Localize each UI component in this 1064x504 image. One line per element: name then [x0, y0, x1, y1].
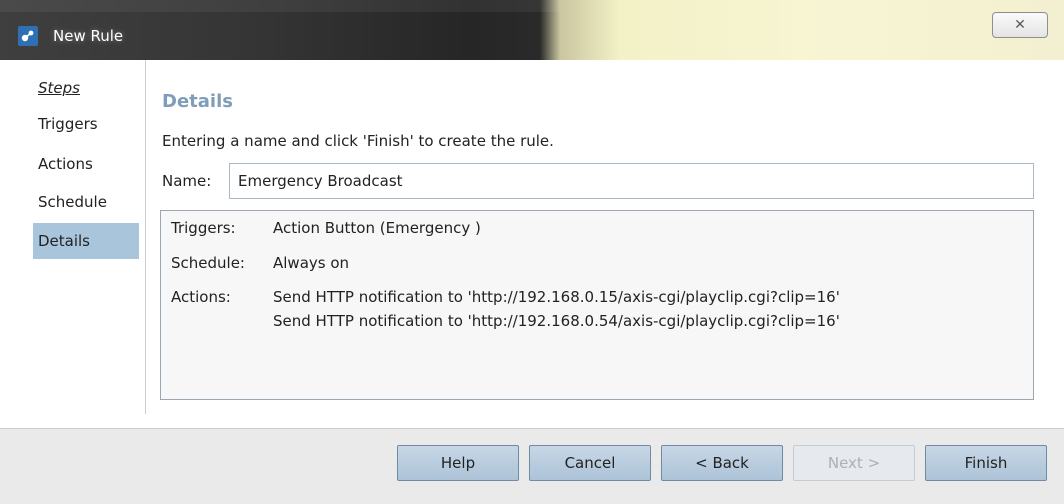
summary-schedule-label: Schedule: — [171, 254, 245, 272]
new-rule-dialog: New Rule ✕ Steps Triggers Actions Schedu… — [0, 0, 1064, 504]
step-triggers[interactable]: Triggers — [33, 106, 139, 142]
close-icon: ✕ — [1014, 17, 1026, 33]
steps-panel: Steps Triggers Actions Schedule Details — [0, 60, 146, 414]
steps-heading: Steps — [38, 79, 80, 97]
close-button[interactable]: ✕ — [992, 12, 1048, 38]
title-bar-glass — [0, 0, 560, 12]
title-bar[interactable]: New Rule ✕ — [0, 0, 1064, 60]
rule-summary: Triggers: Action Button (Emergency ) Sch… — [160, 210, 1034, 400]
name-input[interactable] — [229, 163, 1034, 199]
summary-action-item: Send HTTP notification to 'http://192.16… — [273, 288, 840, 306]
summary-actions-label: Actions: — [171, 288, 231, 306]
finish-button[interactable]: Finish — [925, 445, 1047, 481]
dialog-content: Steps Triggers Actions Schedule Details … — [0, 60, 1064, 428]
next-button[interactable]: Next > — [793, 445, 915, 481]
button-bar: Help Cancel < Back Next > Finish — [0, 429, 1064, 504]
summary-action-item: Send HTTP notification to 'http://192.16… — [273, 312, 840, 330]
back-button[interactable]: < Back — [661, 445, 783, 481]
details-title: Details — [162, 91, 233, 112]
help-button[interactable]: Help — [397, 445, 519, 481]
step-actions[interactable]: Actions — [33, 146, 139, 182]
window-title: New Rule — [53, 27, 124, 45]
cancel-button[interactable]: Cancel — [529, 445, 651, 481]
summary-triggers-value: Action Button (Emergency ) — [273, 219, 481, 237]
instruction-text: Entering a name and click 'Finish' to cr… — [162, 132, 554, 150]
step-schedule[interactable]: Schedule — [33, 184, 139, 220]
app-icon — [18, 26, 38, 46]
step-details[interactable]: Details — [33, 223, 139, 259]
name-label: Name: — [162, 172, 212, 190]
summary-schedule-value: Always on — [273, 254, 350, 272]
summary-triggers-label: Triggers: — [171, 219, 236, 237]
